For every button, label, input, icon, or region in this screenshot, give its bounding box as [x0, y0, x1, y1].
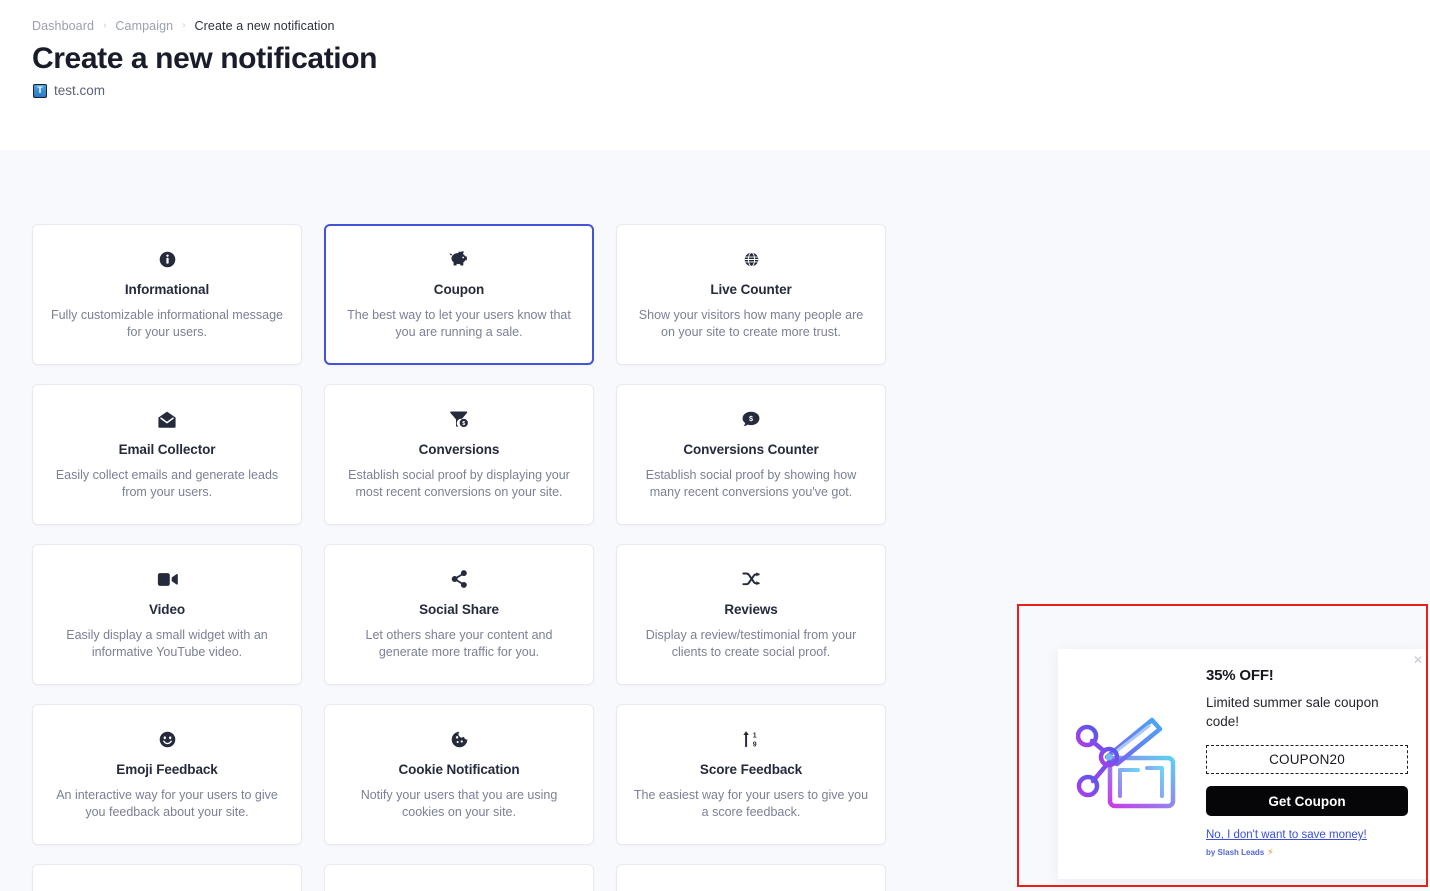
funnel-dollar-icon: $: [449, 409, 469, 429]
close-icon[interactable]: ✕: [1413, 654, 1423, 666]
popup-brand: by Slash Leads ⚡: [1206, 847, 1410, 858]
smiley-face-icon: [159, 729, 176, 749]
notification-type-title: Reviews: [724, 602, 778, 617]
coupon-popup: ✕ 35% OFF! Limited summer sale coupon co…: [1058, 649, 1426, 879]
notification-type-card-informational[interactable]: Informational Fully customizable informat…: [32, 224, 302, 365]
notification-type-title: Conversions: [418, 442, 500, 457]
envelope-icon: [157, 409, 177, 429]
notification-type-title: Informational: [124, 282, 210, 297]
create-notification-page: Dashboard › Campaign › Create a new noti…: [0, 0, 1430, 891]
notification-type-title: Coupon: [433, 282, 485, 297]
notification-type-card-reviews[interactable]: Reviews Display a review/testimonial from…: [616, 544, 886, 685]
popup-brand-label: by Slash Leads: [1206, 848, 1265, 857]
share-nodes-icon: [451, 569, 468, 589]
notification-type-card-social-share[interactable]: Social Share Let others share your conten…: [324, 544, 594, 685]
breadcrumb-separator-icon: ›: [182, 20, 186, 31]
notification-type-description: Display a review/testimonial from your c…: [645, 628, 857, 659]
coupon-popup-body: ✕ 35% OFF! Limited summer sale coupon co…: [1206, 649, 1426, 879]
notification-type-description: Easily display a small widget with an in…: [66, 628, 268, 659]
shuffle-icon: [741, 569, 761, 589]
notification-type-description: Establish social proof by showing how ma…: [645, 468, 857, 499]
notification-type-title: Emoji Feedback: [116, 762, 218, 777]
notification-type-description: Easily collect emails and generate leads…: [55, 468, 279, 499]
notification-type-title: Video: [148, 602, 185, 617]
notification-type-card-score-feedback[interactable]: 1 9 Score Feedback The easiest way for your…: [616, 704, 886, 845]
notification-type-card-live-counter[interactable]: Live Counter Show your visitors how many …: [616, 224, 886, 365]
decline-coupon-link[interactable]: No, I don't want to save money!: [1206, 829, 1410, 841]
notification-type-card-conversions[interactable]: $ Conversions Establish social proof by di…: [324, 384, 594, 525]
cookie-icon: [451, 729, 468, 749]
coupon-headline: 35% OFF!: [1206, 667, 1274, 684]
notification-type-card[interactable]: [32, 864, 302, 891]
svg-text:1: 1: [753, 733, 757, 740]
breadcrumb: Dashboard › Campaign › Create a new noti…: [32, 19, 335, 33]
notification-type-title: Email Collector: [118, 442, 216, 457]
site-name: test.com: [54, 83, 106, 98]
notification-type-grid: Informational Fully customizable informat…: [32, 224, 886, 891]
comment-dollar-icon: $: [742, 409, 760, 429]
notification-type-card-coupon[interactable]: Coupon The best way to let your users kno…: [324, 224, 594, 365]
page-header: Dashboard › Campaign › Create a new noti…: [0, 0, 1430, 150]
svg-text:9: 9: [753, 741, 757, 748]
notification-type-card-conversions-counter[interactable]: $ Conversions Counter Establish social pro…: [616, 384, 886, 525]
notification-type-description: Establish social proof by displaying you…: [348, 468, 570, 499]
svg-text:$: $: [749, 414, 753, 423]
page-title: Create a new notification: [32, 42, 378, 75]
notification-type-title: Cookie Notification: [398, 762, 520, 777]
notification-type-title: Conversions Counter: [683, 442, 819, 457]
globe-icon: [743, 249, 760, 269]
site-row: T test.com: [33, 83, 105, 98]
get-coupon-button[interactable]: Get Coupon: [1206, 786, 1408, 816]
notification-type-description: The best way to let your users know that…: [347, 308, 571, 339]
breadcrumb-item-current: Create a new notification: [194, 19, 335, 33]
notification-type-description: The easiest way for your users to give y…: [633, 788, 869, 819]
coupon-preview-panel: ✕ 35% OFF! Limited summer sale coupon co…: [1017, 604, 1428, 887]
notification-type-description: An interactive way for your users to giv…: [56, 788, 278, 819]
notification-type-card-video[interactable]: Video Easily display a small widget with …: [32, 544, 302, 685]
notification-type-card[interactable]: [616, 864, 886, 891]
info-circle-icon: [159, 249, 176, 269]
scissors-coupon-illustration: [1058, 649, 1206, 879]
coupon-subtext: Limited summer sale coupon code!: [1206, 695, 1379, 729]
notification-type-card-cookie-notification[interactable]: Cookie Notification Notify your users tha…: [324, 704, 594, 845]
lightning-bolt-icon: ⚡: [1267, 847, 1274, 857]
notification-type-card[interactable]: [324, 864, 594, 891]
notification-type-description: Fully customizable informational message…: [50, 308, 284, 339]
notification-type-description: Show your visitors how many people are o…: [638, 308, 864, 339]
notification-type-card-email-collector[interactable]: Email Collector Easily collect emails and…: [32, 384, 302, 525]
notification-type-description: Let others share your content and genera…: [365, 628, 553, 659]
notification-type-title: Social Share: [419, 602, 499, 617]
notification-type-title: Score Feedback: [699, 762, 803, 777]
favicon-icon: T: [33, 83, 47, 98]
notification-type-title: Live Counter: [710, 282, 792, 297]
breadcrumb-item-dashboard[interactable]: Dashboard: [32, 19, 94, 33]
svg-text:$: $: [462, 421, 465, 427]
piggy-bank-icon: [448, 249, 470, 269]
coupon-code-box[interactable]: COUPON20: [1206, 745, 1408, 774]
video-camera-icon: [157, 569, 178, 589]
breadcrumb-separator-icon: ›: [103, 20, 107, 31]
breadcrumb-item-campaign[interactable]: Campaign: [115, 19, 173, 33]
notification-type-card-emoji-feedback[interactable]: Emoji Feedback An interactive way for you…: [32, 704, 302, 845]
notification-type-description: Notify your users that you are using coo…: [360, 788, 558, 819]
score-arrows-icon: 19: [742, 729, 760, 749]
